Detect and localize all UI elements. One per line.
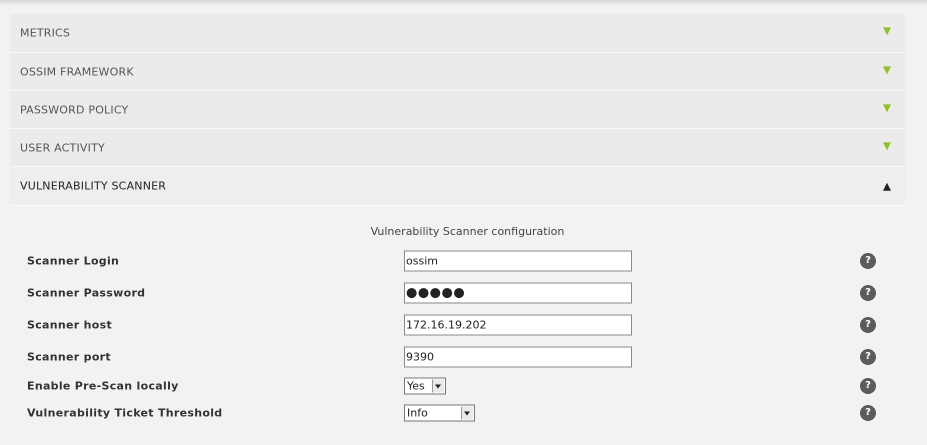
- row-scanner-login: Scanner Login ?: [10, 249, 905, 273]
- field-label: Scanner host: [27, 318, 113, 332]
- field-label: Enable Pre-Scan locally: [27, 379, 179, 393]
- accordion-metrics[interactable]: METRICS: [10, 14, 905, 53]
- accordion-password-policy[interactable]: PASSWORD POLICY: [10, 91, 905, 129]
- help-icon[interactable]: ?: [860, 349, 876, 365]
- accordion-label: OSSIM FRAMEWORK: [20, 65, 134, 78]
- accordion-label: PASSWORD POLICY: [20, 103, 129, 116]
- dropdown-arrow-icon: [432, 379, 444, 393]
- help-icon[interactable]: ?: [860, 285, 876, 301]
- settings-accordion: METRICS OSSIM FRAMEWORK PASSWORD POLICY …: [10, 14, 905, 206]
- config-page: METRICS OSSIM FRAMEWORK PASSWORD POLICY …: [0, 0, 927, 445]
- scanner-port-input[interactable]: [404, 346, 632, 368]
- scanner-login-input[interactable]: [404, 250, 632, 272]
- vulnerability-scanner-panel: Vulnerability Scanner configuration Scan…: [10, 206, 905, 445]
- threshold-select[interactable]: Info: [404, 404, 475, 422]
- row-enable-prescan: Enable Pre-Scan locally Yes ?: [10, 374, 905, 398]
- field-label: Vulnerability Ticket Threshold: [27, 406, 223, 420]
- select-value: Yes: [407, 379, 425, 393]
- row-ticket-threshold: Vulnerability Ticket Threshold Info ?: [10, 401, 905, 425]
- help-icon[interactable]: ?: [860, 317, 876, 333]
- collapse-arrow-icon: [883, 182, 891, 191]
- field-label: Scanner Login: [27, 254, 120, 268]
- scanner-host-input[interactable]: [404, 314, 632, 336]
- select-value: Info: [407, 406, 428, 420]
- expand-arrow-icon: [883, 65, 891, 74]
- expand-arrow-icon: [883, 141, 891, 150]
- row-scanner-password: Scanner Password ●●●●● ?: [10, 281, 905, 305]
- accordion-label: VULNERABILITY SCANNER: [20, 179, 167, 193]
- help-icon[interactable]: ?: [860, 405, 876, 421]
- field-label: Scanner port: [27, 350, 111, 364]
- scanner-password-input[interactable]: ●●●●●: [404, 282, 632, 304]
- dropdown-arrow-icon: [461, 406, 473, 420]
- expand-arrow-icon: [883, 103, 891, 112]
- row-scanner-host: Scanner host ?: [10, 313, 905, 337]
- field-label: Scanner Password: [27, 286, 146, 300]
- help-icon[interactable]: ?: [860, 253, 876, 269]
- accordion-ossim-framework[interactable]: OSSIM FRAMEWORK: [10, 53, 905, 91]
- accordion-vulnerability-scanner[interactable]: VULNERABILITY SCANNER: [10, 167, 905, 206]
- row-scanner-port: Scanner port ?: [10, 345, 905, 369]
- prescan-select[interactable]: Yes: [404, 377, 446, 395]
- accordion-label: USER ACTIVITY: [20, 141, 105, 154]
- accordion-label: METRICS: [20, 26, 71, 40]
- top-shadow: [0, 0, 927, 6]
- expand-arrow-icon: [883, 27, 891, 36]
- panel-title: Vulnerability Scanner configuration: [370, 225, 565, 238]
- accordion-user-activity[interactable]: USER ACTIVITY: [10, 129, 905, 167]
- help-icon[interactable]: ?: [860, 378, 876, 394]
